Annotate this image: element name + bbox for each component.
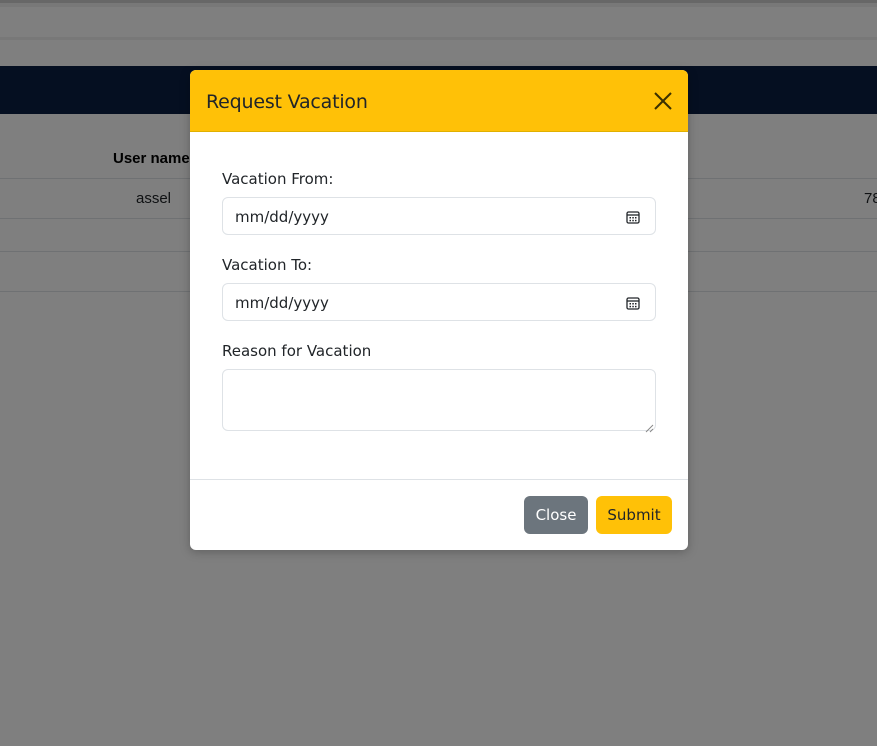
vacation-from-input[interactable]: mm/dd/yyyy bbox=[222, 197, 656, 235]
vacation-to-placeholder: mm/dd/yyyy bbox=[235, 294, 329, 312]
calendar-icon[interactable] bbox=[626, 210, 640, 224]
submit-button[interactable]: Submit bbox=[596, 496, 672, 534]
reason-textarea[interactable] bbox=[222, 369, 656, 433]
close-icon[interactable] bbox=[652, 90, 674, 112]
vacation-from-label: Vacation From: bbox=[222, 170, 334, 188]
modal-title: Request Vacation bbox=[206, 91, 368, 113]
modal-footer: Close Submit bbox=[190, 479, 688, 550]
vacation-from-placeholder: mm/dd/yyyy bbox=[235, 208, 329, 226]
reason-label: Reason for Vacation bbox=[222, 342, 372, 360]
request-vacation-modal: Request Vacation Vacation From: mm/dd/yy… bbox=[190, 70, 688, 550]
modal-header: Request Vacation bbox=[190, 70, 688, 132]
calendar-icon[interactable] bbox=[626, 296, 640, 310]
vacation-to-input[interactable]: mm/dd/yyyy bbox=[222, 283, 656, 321]
vacation-to-label: Vacation To: bbox=[222, 256, 313, 274]
close-button[interactable]: Close bbox=[524, 496, 588, 534]
resize-grip-icon[interactable] bbox=[645, 420, 654, 433]
